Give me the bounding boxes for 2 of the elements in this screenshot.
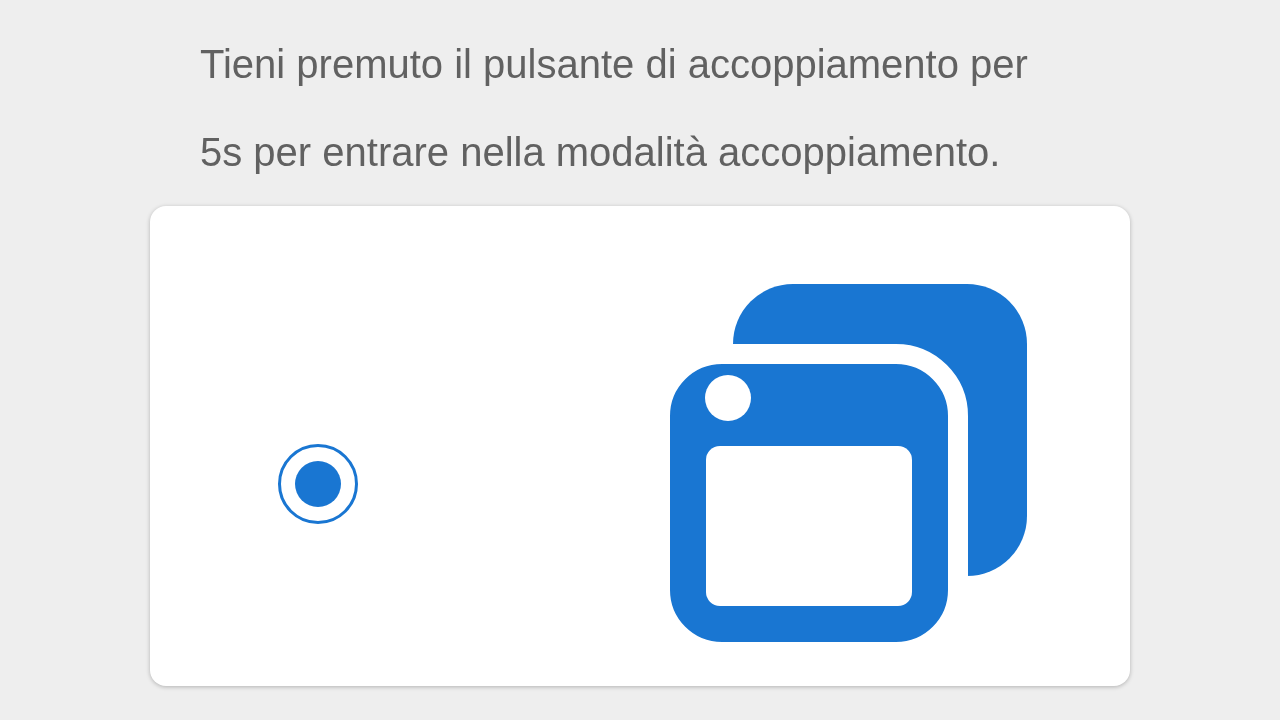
radio-button[interactable]	[278, 444, 358, 524]
instruction-text: Tieni premuto il pulsante di accoppiamento per 5s per entrare nella modalità accoppiamento.	[199, 41, 1029, 176]
